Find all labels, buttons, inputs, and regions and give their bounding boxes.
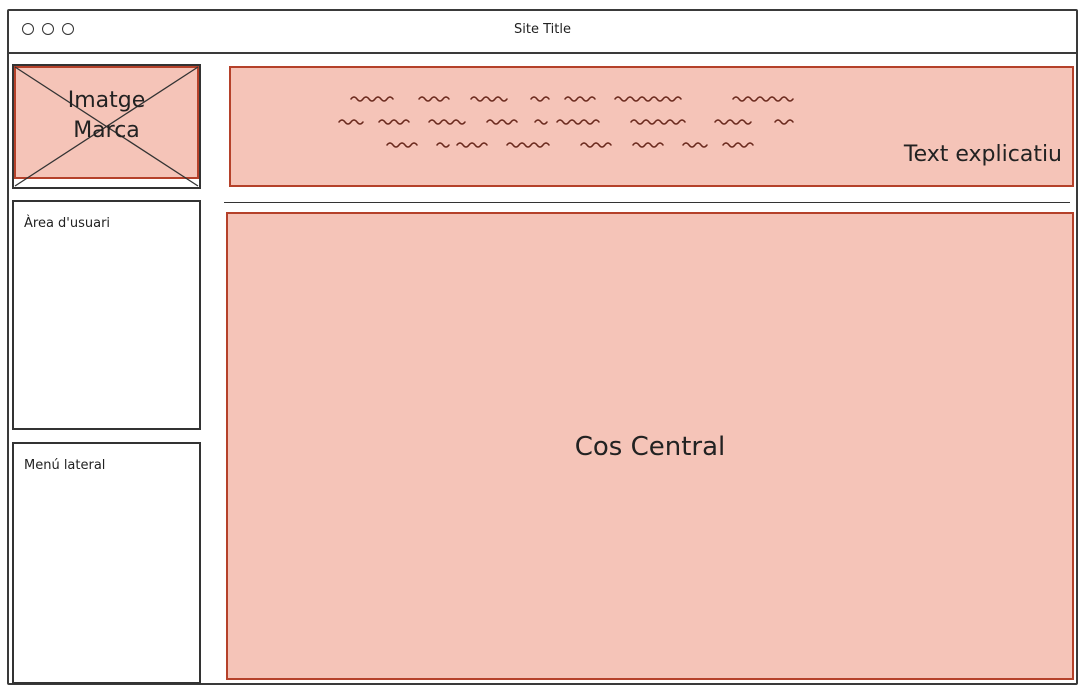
brand-label: Imatge Marca <box>67 88 146 143</box>
placeholder-text-scribble <box>338 96 794 148</box>
side-menu-panel[interactable]: Menú lateral <box>12 442 201 684</box>
explanatory-text-box: Text explicatiu <box>229 66 1074 187</box>
user-area-label: Àrea d'usuari <box>24 216 111 231</box>
brand-image-placeholder: Imatge Marca <box>12 64 201 189</box>
site-title: Site Title <box>514 22 571 37</box>
user-area-panel[interactable]: Àrea d'usuari <box>12 200 201 430</box>
window-titlebar: Site Title <box>9 11 1076 54</box>
explanatory-text-label: Text explicatiu <box>903 142 1062 167</box>
main-content-area[interactable]: Cos Central <box>226 212 1074 680</box>
main-content-label: Cos Central <box>574 432 726 462</box>
side-menu-label: Menú lateral <box>24 458 106 473</box>
header-divider <box>224 202 1070 203</box>
